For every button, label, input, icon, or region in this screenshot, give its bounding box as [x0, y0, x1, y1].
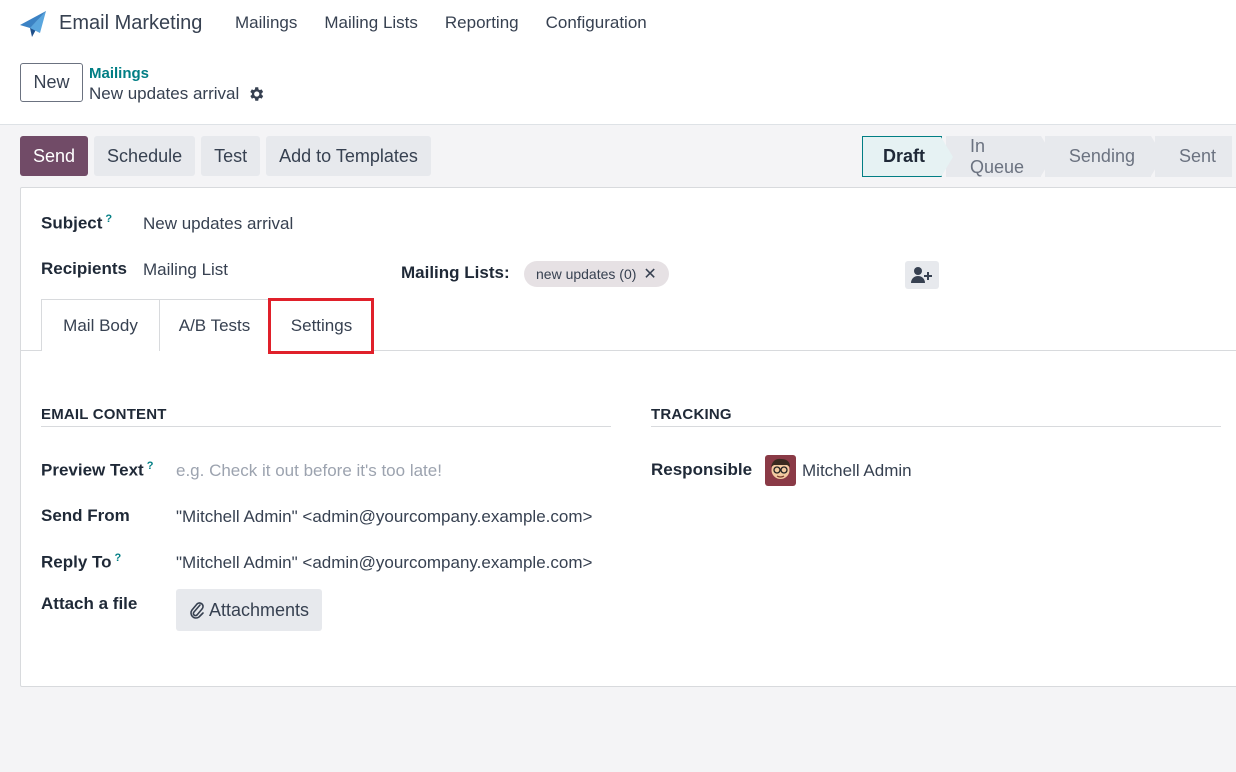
user-plus-icon [911, 267, 932, 283]
email-content-section-title: EMAIL CONTENT [41, 406, 167, 423]
subject-help-icon[interactable]: ? [105, 213, 112, 225]
paperclip-icon [190, 602, 204, 619]
email-content-divider [41, 426, 611, 427]
new-button[interactable]: New [20, 63, 83, 102]
form-sheet: Subject? New updates arrival Recipients … [20, 187, 1236, 687]
send-from-field[interactable]: "Mitchell Admin" <admin@yourcompany.exam… [176, 507, 592, 527]
top-navbar: Email Marketing Mailings Mailing Lists R… [0, 0, 1236, 48]
tracking-section-title: TRACKING [651, 406, 732, 423]
mailing-lists-label: Mailing Lists: [401, 263, 510, 282]
schedule-button[interactable]: Schedule [94, 136, 196, 176]
reply-to-help-icon[interactable]: ? [115, 552, 122, 564]
record-title: New updates arrival [89, 84, 240, 103]
mailing-list-tag: new updates (0) ✕ [524, 261, 669, 287]
tab-ab-tests[interactable]: A/B Tests [160, 299, 270, 351]
control-panel: New Mailings New updates arrival [0, 48, 1236, 125]
reply-to-field[interactable]: "Mitchell Admin" <admin@yourcompany.exam… [176, 553, 592, 573]
tab-settings[interactable]: Settings [270, 299, 374, 352]
stage-sent[interactable]: Sent [1154, 136, 1232, 177]
menu-reporting[interactable]: Reporting [445, 13, 519, 33]
menu-configuration[interactable]: Configuration [546, 13, 647, 33]
send-button[interactable]: Send [20, 136, 89, 176]
menu-mailings[interactable]: Mailings [235, 13, 297, 33]
subject-label: Subject? [41, 213, 113, 233]
responsible-field[interactable]: Mitchell Admin [802, 461, 912, 481]
stage-draft[interactable]: Draft [862, 136, 954, 177]
stage-sending[interactable]: Sending [1044, 136, 1164, 177]
app-title[interactable]: Email Marketing [59, 12, 202, 35]
preview-text-help-icon[interactable]: ? [147, 460, 154, 472]
attach-file-label: Attach a file [41, 594, 138, 613]
recipients-field[interactable]: Mailing List [143, 260, 228, 280]
add-contact-button[interactable] [905, 261, 939, 289]
preview-text-input[interactable]: e.g. Check it out before it's too late! [176, 461, 442, 481]
action-buttons: Send Schedule Test Add to Templates [20, 136, 431, 176]
status-bar: Draft In Queue Sending Sent [862, 136, 1236, 177]
breadcrumb-current: New updates arrival [89, 84, 265, 104]
notebook-tabs: Mail Body A/B Tests Settings [21, 299, 1236, 352]
gear-icon[interactable] [247, 85, 265, 103]
main-menu: Mailings Mailing Lists Reporting Configu… [235, 13, 674, 33]
attachments-button-label: Attachments [209, 599, 310, 620]
menu-mailing-lists[interactable]: Mailing Lists [324, 13, 418, 33]
avatar [765, 455, 796, 486]
recipients-label: Recipients [41, 259, 127, 278]
email-marketing-logo-icon[interactable] [18, 9, 48, 39]
test-button[interactable]: Test [201, 136, 261, 176]
tracking-divider [651, 426, 1221, 427]
preview-text-label: Preview Text? [41, 460, 154, 480]
reply-to-label: Reply To? [41, 552, 122, 572]
add-to-templates-button[interactable]: Add to Templates [266, 136, 431, 176]
mailing-list-tag-label: new updates (0) [536, 266, 637, 282]
remove-tag-icon[interactable]: ✕ [643, 264, 656, 284]
send-from-label: Send From [41, 506, 130, 525]
stage-in-queue[interactable]: In Queue [946, 136, 1053, 177]
attachments-button[interactable]: Attachments [176, 589, 323, 631]
responsible-label: Responsible [651, 460, 753, 479]
subject-field[interactable]: New updates arrival [143, 214, 293, 234]
breadcrumb-mailings-link[interactable]: Mailings [89, 65, 149, 82]
tab-mail-body[interactable]: Mail Body [41, 299, 160, 351]
